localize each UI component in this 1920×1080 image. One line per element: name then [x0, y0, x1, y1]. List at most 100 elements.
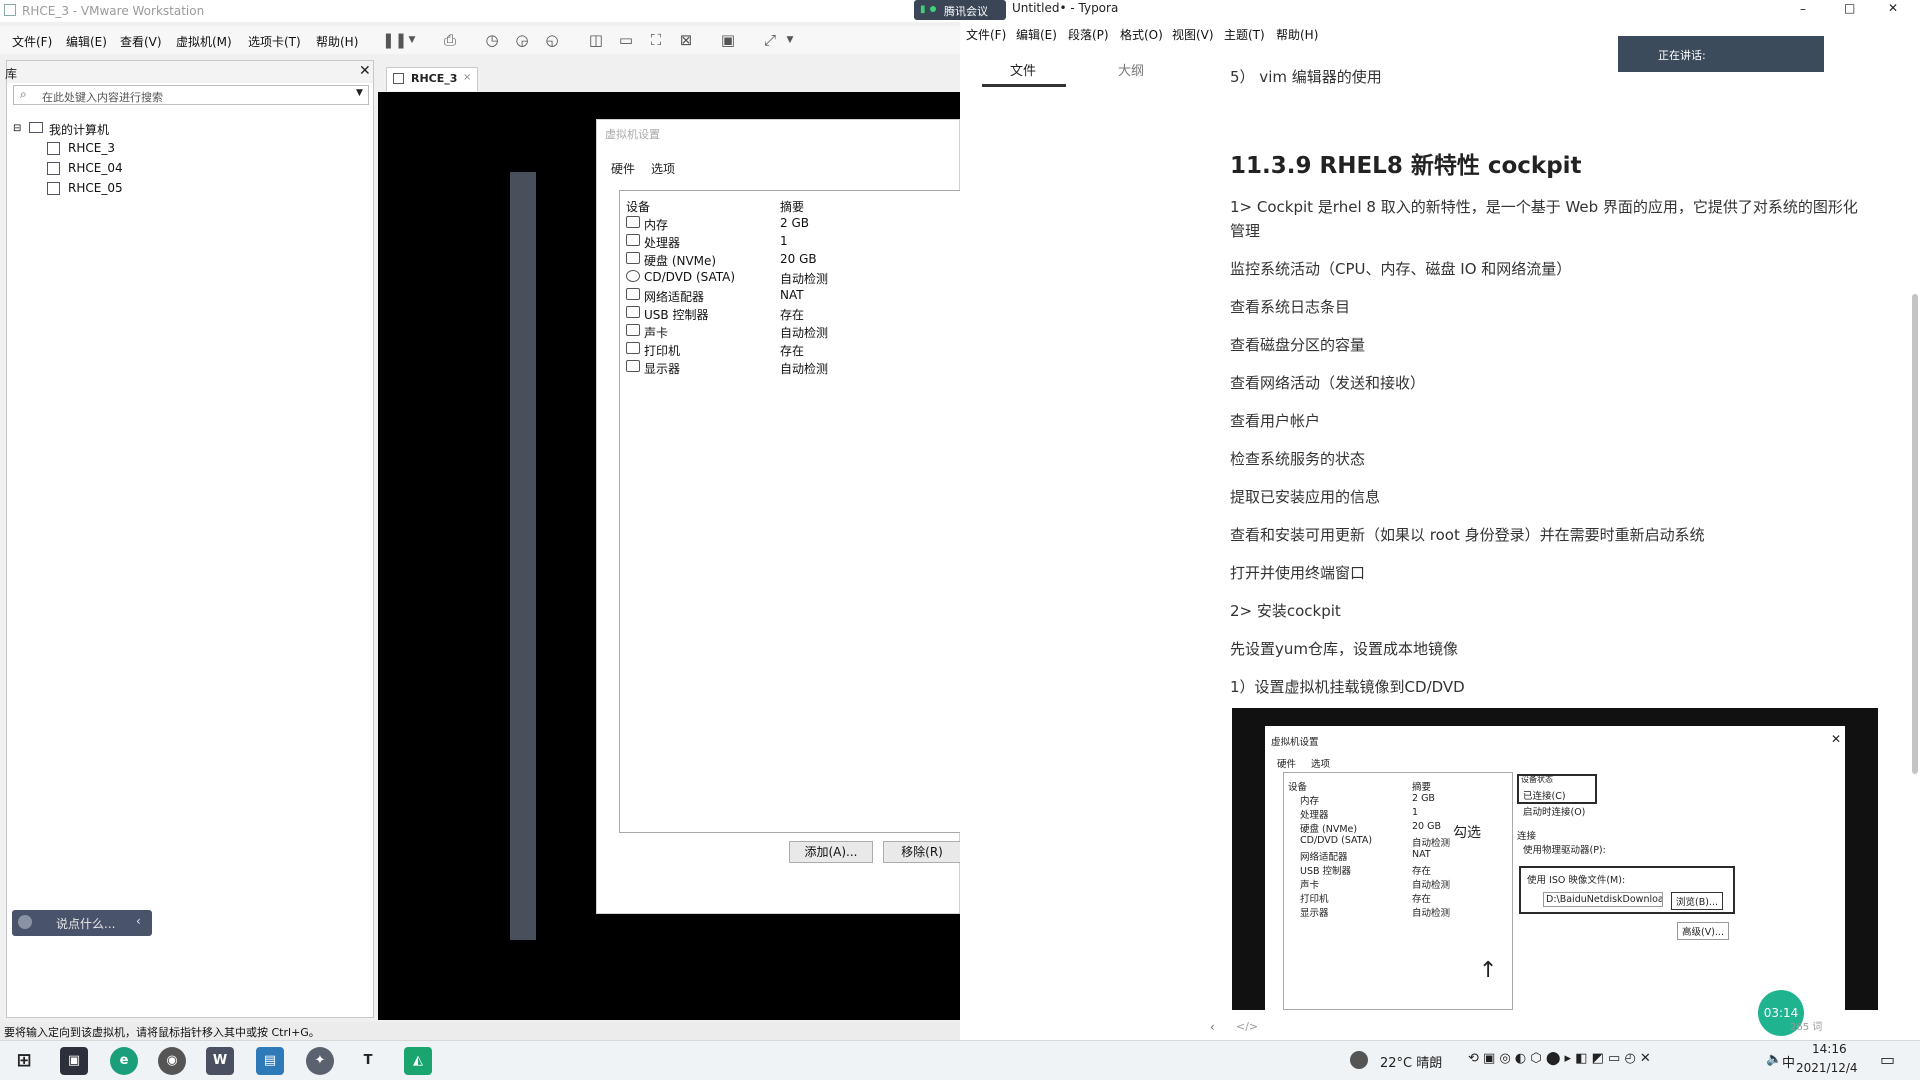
chevron-down-icon[interactable]: ▼ [356, 88, 363, 98]
app-vmware-workstation-icon[interactable]: ▤ [256, 1047, 284, 1075]
menu-edit[interactable]: 编辑(E) [66, 33, 107, 50]
meeting-chat-bar[interactable]: 说点什么... ‹ [12, 910, 152, 936]
app-vmware-icon[interactable]: ▣ [60, 1047, 88, 1075]
embedded-device-name: 内存 [1300, 796, 1320, 807]
paragraph: 查看系统日志条目 [1230, 298, 1351, 316]
chevron-down-icon[interactable]: ▼ [402, 30, 422, 50]
clock-date[interactable]: 2021/12/4 [1796, 1061, 1858, 1075]
device-row-network[interactable]: 网络适配器 NAT [626, 287, 956, 305]
tab-files[interactable]: 文件 [1010, 60, 1036, 79]
device-row-display[interactable]: 显示器 自动检测 [626, 359, 956, 377]
library-search-input[interactable]: ⌕ 在此处键入内容进行搜索 ▼ [13, 85, 369, 105]
add-device-button[interactable]: 添加(A)... [789, 841, 873, 863]
word-count: 265 词 [1790, 1022, 1823, 1033]
app-edge-icon[interactable]: e [110, 1047, 138, 1075]
close-icon[interactable]: ✕ [359, 63, 371, 79]
console-icon[interactable]: ▣ [718, 30, 738, 50]
library-view-icon[interactable]: ◫ [586, 30, 606, 50]
weather-icon[interactable] [1350, 1051, 1368, 1069]
device-row-disk[interactable]: 硬盘 (NVMe) 20 GB [626, 251, 956, 269]
network-icon [626, 288, 640, 300]
tab-outline[interactable]: 大纲 [1118, 60, 1144, 79]
menu-view[interactable]: 查看(V) [120, 33, 162, 50]
source-code-icon[interactable]: </> [1236, 1020, 1258, 1033]
stretch-icon[interactable]: ⤢ [760, 30, 780, 50]
menu-help[interactable]: 帮助(H) [1276, 26, 1318, 43]
tray-icons[interactable]: ⟲ ▣ ◎ ◐ ⬡ ⬤ ▸ ◧ ◩ ▭ ◴ ✕ [1468, 1051, 1651, 1066]
windows-start-icon[interactable]: ⊞ [10, 1047, 38, 1075]
collapse-icon[interactable]: ⊟ [13, 123, 21, 134]
embedded-dialog-title: 虚拟机设置 [1271, 737, 1319, 748]
weather-text[interactable]: 22°C 晴朗 [1380, 1052, 1442, 1071]
tree-item-my-computer[interactable]: 我的计算机 [49, 121, 109, 138]
meeting-badge[interactable]: ▮ 腾讯会议 [914, 0, 1006, 20]
send-keys-icon[interactable]: ⎙ [440, 30, 460, 50]
embedded-device-summary: NAT [1412, 849, 1431, 860]
device-row-printer[interactable]: 打印机 存在 [626, 341, 956, 359]
speaker-icon[interactable]: 🔈 [1766, 1052, 1782, 1067]
menu-view[interactable]: 视图(V) [1172, 26, 1214, 43]
menu-format[interactable]: 格式(O) [1120, 26, 1163, 43]
device-row-processor[interactable]: 处理器 1 [626, 233, 956, 251]
app-meeting-icon[interactable]: ◭ [404, 1047, 432, 1075]
minimize-icon[interactable]: – [1800, 2, 1806, 16]
vmware-window: RHCE_3 - VMware Workstation 文件(F) 编辑(E) … [0, 0, 961, 1040]
remove-device-button[interactable]: 移除(R) [883, 841, 961, 863]
paragraph: 打开并使用终端窗口 [1230, 564, 1366, 582]
chevron-down-icon[interactable]: ▼ [780, 30, 800, 50]
ime-indicator[interactable]: 中 [1782, 1052, 1795, 1071]
menu-file[interactable]: 文件(F) [966, 26, 1006, 43]
snapshot-manager-icon[interactable]: ◵ [542, 30, 562, 50]
tree-item-vm[interactable]: RHCE_04 [68, 161, 123, 175]
chevron-left-icon[interactable]: ‹ [1210, 1020, 1215, 1034]
device-summary: NAT [780, 288, 804, 302]
menu-paragraph[interactable]: 段落(P) [1068, 26, 1109, 43]
app-pinned-icon[interactable]: ✦ [306, 1047, 334, 1075]
emoji-icon[interactable] [18, 915, 32, 929]
embedded-settings-dialog: 虚拟机设置 ✕ 硬件 选项 设备 摘要 内存 2 GB 处理器 1 硬盘 (NVMe… [1265, 726, 1845, 1010]
paragraph: 提取已安装应用的信息 [1230, 488, 1381, 506]
app-wps-icon[interactable]: W [206, 1047, 234, 1075]
clock-time[interactable]: 14:16 [1812, 1042, 1847, 1056]
close-icon[interactable]: × [463, 72, 471, 83]
menu-tabs[interactable]: 选项卡(T) [248, 33, 301, 50]
device-name: 声卡 [644, 326, 669, 340]
chevron-left-icon[interactable]: ‹ [136, 914, 141, 928]
document-scrollbar[interactable] [1912, 294, 1918, 774]
pause-icon[interactable]: ❚❚ [382, 30, 407, 50]
device-row-memory[interactable]: 内存 2 GB [626, 215, 956, 233]
menu-vm[interactable]: 虚拟机(M) [176, 33, 232, 50]
snapshot-icon[interactable]: ◷ [482, 30, 502, 50]
device-row-usb[interactable]: USB 控制器 存在 [626, 305, 956, 323]
paragraph: 1> Cockpit 是rhel 8 取入的新特性，是一个基于 Web 界面的应… [1230, 198, 1858, 216]
tab-hardware[interactable]: 硬件 [611, 160, 635, 177]
device-row-cdrom[interactable]: CD/DVD (SATA) 自动检测 [626, 269, 956, 287]
device-summary: 自动检测 [780, 362, 829, 376]
unity-icon[interactable]: ⊠ [676, 30, 696, 50]
chat-input-placeholder[interactable]: 说点什么... [56, 915, 115, 932]
revert-snapshot-icon[interactable]: ◶ [512, 30, 532, 50]
device-name: 硬盘 (NVMe) [644, 254, 717, 268]
maximize-icon[interactable]: □ [1844, 1, 1855, 15]
device-summary: 自动检测 [780, 326, 829, 340]
menu-theme[interactable]: 主题(T) [1224, 26, 1265, 43]
thumbnail-view-icon[interactable]: ▭ [616, 30, 636, 50]
tab-rhce3[interactable]: RHCE_3 × [386, 67, 478, 91]
usb-icon [626, 306, 640, 318]
app-typora-icon[interactable]: T [354, 1047, 382, 1075]
menu-edit[interactable]: 编辑(E) [1016, 26, 1057, 43]
device-row-sound[interactable]: 声卡 自动检测 [626, 323, 956, 341]
notification-icon[interactable]: ▭ [1880, 1050, 1895, 1069]
paragraph: 2> 安装cockpit [1230, 602, 1341, 620]
device-summary: 自动检测 [780, 272, 829, 286]
embedded-tab-hardware: 硬件 [1277, 759, 1297, 770]
menu-help[interactable]: 帮助(H) [316, 33, 358, 50]
app-chrome-icon[interactable]: ◉ [158, 1047, 186, 1075]
device-summary: 1 [780, 234, 788, 248]
tree-item-vm[interactable]: RHCE_3 [68, 141, 115, 155]
tree-item-vm[interactable]: RHCE_05 [68, 181, 123, 195]
menu-file[interactable]: 文件(F) [12, 33, 52, 50]
fullscreen-icon[interactable]: ⛶ [646, 30, 666, 50]
tab-options[interactable]: 选项 [651, 160, 675, 177]
close-icon[interactable]: ✕ [1888, 1, 1898, 15]
